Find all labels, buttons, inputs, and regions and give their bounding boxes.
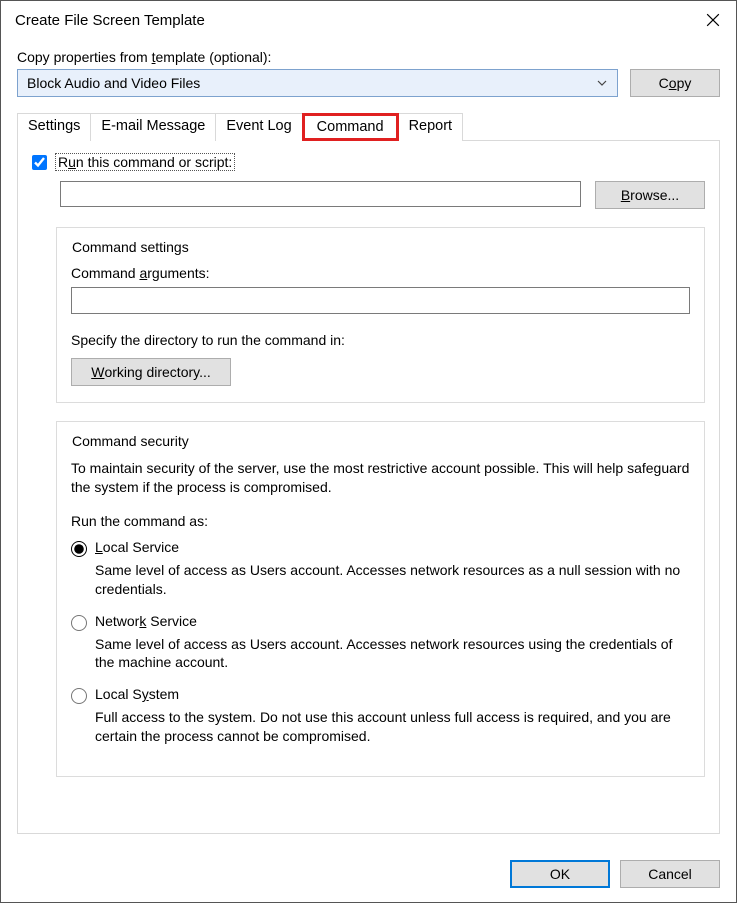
command-arguments-label: Command arguments: <box>71 265 690 281</box>
window-title: Create File Screen Template <box>15 12 205 29</box>
tab-strip: Settings E-mail Message Event Log Comman… <box>17 113 720 141</box>
copy-template-label: Copy properties from template (optional)… <box>17 49 720 65</box>
template-dropdown-value: Block Audio and Video Files <box>27 75 200 91</box>
radio-local-system-label: Local System <box>95 686 179 702</box>
radio-network-service[interactable] <box>71 615 87 631</box>
command-settings-legend: Command settings <box>67 239 194 255</box>
command-security-description: To maintain security of the server, use … <box>71 459 690 497</box>
copy-template-row: Block Audio and Video Files Copy <box>17 69 720 97</box>
close-button[interactable] <box>690 1 736 39</box>
radio-local-service-row: Local Service <box>71 539 690 557</box>
dialog-window: Create File Screen Template Copy propert… <box>0 0 737 903</box>
close-icon <box>706 13 720 27</box>
command-settings-group: Command settings Command arguments: Spec… <box>56 227 705 403</box>
tab-settings[interactable]: Settings <box>17 113 91 141</box>
radio-network-service-label: Network Service <box>95 613 197 629</box>
radio-local-service-desc: Same level of access as Users account. A… <box>95 561 690 599</box>
radio-local-system[interactable] <box>71 688 87 704</box>
command-security-group: Command security To maintain security of… <box>56 421 705 777</box>
tab-email[interactable]: E-mail Message <box>90 113 216 141</box>
radio-local-service-label: Local Service <box>95 539 179 555</box>
radio-local-system-desc: Full access to the system. Do not use th… <box>95 708 690 746</box>
working-directory-button[interactable]: Working directory... <box>71 358 231 386</box>
ok-button[interactable]: OK <box>510 860 610 888</box>
browse-button[interactable]: Browse... <box>595 181 705 209</box>
tab-command[interactable]: Command <box>302 113 399 141</box>
copy-button[interactable]: Copy <box>630 69 720 97</box>
working-directory-hint: Specify the directory to run the command… <box>71 332 690 348</box>
tab-eventlog[interactable]: Event Log <box>215 113 302 141</box>
command-arguments-input[interactable] <box>71 287 690 314</box>
run-command-label: Run this command or script: <box>55 153 235 171</box>
radio-local-service[interactable] <box>71 541 87 557</box>
tab-panel-command: Run this command or script: Browse... Co… <box>17 140 720 834</box>
radio-network-service-row: Network Service <box>71 613 690 631</box>
radio-local-system-row: Local System <box>71 686 690 704</box>
command-path-row: Browse... <box>60 181 705 209</box>
template-dropdown[interactable]: Block Audio and Video Files <box>17 69 618 97</box>
run-as-label: Run the command as: <box>71 513 690 529</box>
chevron-down-icon <box>597 75 607 91</box>
dialog-content: Copy properties from template (optional)… <box>1 39 736 850</box>
tab-report[interactable]: Report <box>398 113 464 141</box>
dialog-footer: OK Cancel <box>1 850 736 902</box>
command-path-input[interactable] <box>60 181 581 207</box>
cancel-button[interactable]: Cancel <box>620 860 720 888</box>
run-command-checkbox[interactable] <box>32 155 47 170</box>
radio-network-service-desc: Same level of access as Users account. A… <box>95 635 690 673</box>
titlebar: Create File Screen Template <box>1 1 736 39</box>
run-command-checkbox-row: Run this command or script: <box>32 153 705 171</box>
command-security-legend: Command security <box>67 433 194 449</box>
